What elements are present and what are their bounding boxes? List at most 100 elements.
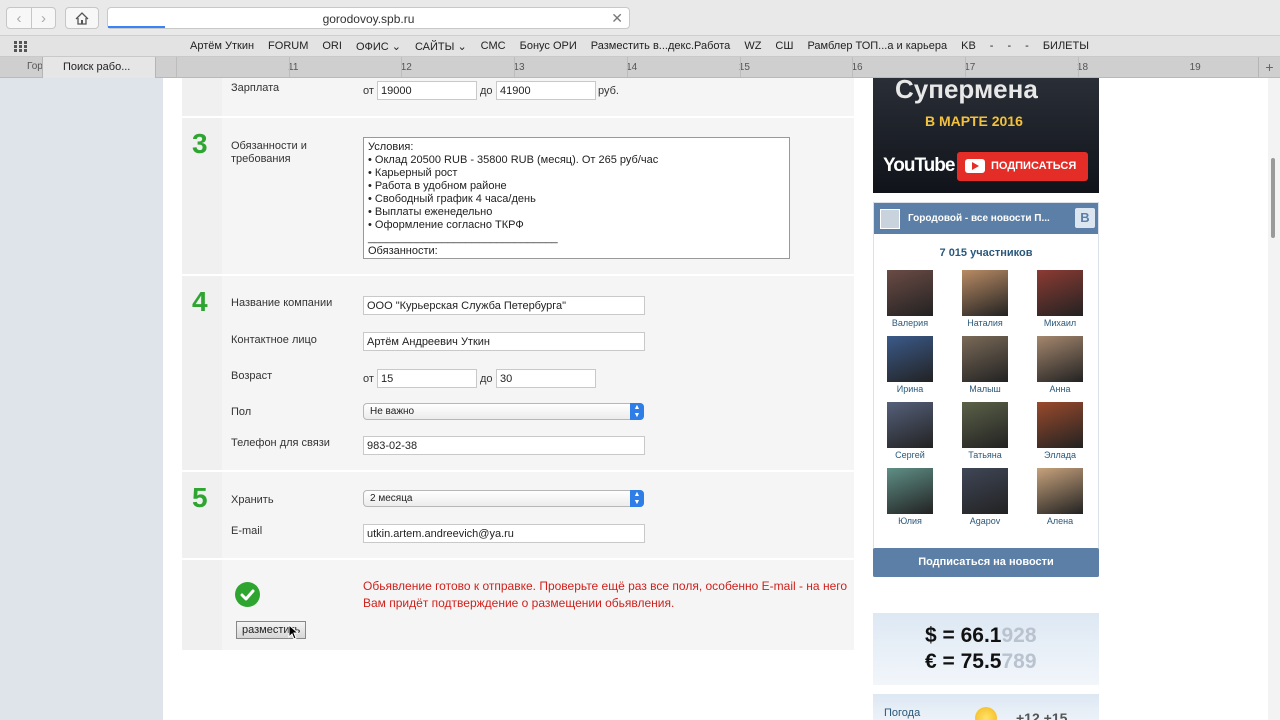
vk-header[interactable]: Городовой - все новости П... В	[874, 203, 1098, 234]
tab-bar: Горо Поиск рабо... 111213141516171819 +	[0, 57, 1280, 78]
weather-widget: Погода +12 +15	[873, 694, 1099, 720]
duties-line: Условия:	[368, 141, 414, 153]
tab-active[interactable]: Поиск рабо...	[42, 57, 156, 78]
bookmark-item[interactable]: WZ	[744, 40, 761, 53]
bookmark-item[interactable]: БИЛЕТЫ	[1043, 40, 1089, 53]
vk-member[interactable]: Ирина	[880, 336, 940, 394]
bookmark-item[interactable]: Артём Уткин	[190, 40, 254, 53]
page-load-progress	[108, 26, 166, 28]
web-page: Зарплата от 19000 до 41900 руб. 3 Обязан…	[163, 78, 1268, 720]
age-from-input[interactable]: 15	[377, 369, 477, 388]
vk-member-grid: Валерия Наталия Михаил Ирина Малыш Анна Сергей…	[880, 270, 1092, 526]
vk-member[interactable]: Эллада	[1030, 402, 1090, 460]
address-bar[interactable]: gorodovoy.spb.ru ✕	[107, 7, 630, 29]
browser-toolbar: ‹ › gorodovoy.spb.ru ✕	[0, 0, 1280, 36]
bookmark-item[interactable]: Разместить в...декс.Работа	[591, 40, 731, 53]
section-number-4: 4	[192, 286, 208, 317]
member-avatar	[962, 336, 1008, 382]
bookmark-item[interactable]: -	[990, 40, 994, 53]
youtube-logo: YouTube	[883, 155, 955, 176]
bookmark-item[interactable]: -	[1025, 40, 1029, 53]
bookmark-item[interactable]: САЙТЫ ⌄	[415, 40, 467, 53]
contact-label: Контактное лицо	[231, 334, 317, 346]
vk-logo-icon: В	[1075, 208, 1095, 228]
subscribe-news-button[interactable]: Подписаться на новости	[873, 548, 1099, 577]
member-avatar	[887, 468, 933, 514]
select-arrows-icon: ▲ ▼	[630, 403, 644, 420]
gender-select[interactable]: Не важно ▲ ▼	[363, 403, 644, 420]
weather-label: Погода	[884, 707, 921, 719]
store-value: 2 месяца	[370, 493, 413, 504]
play-icon	[965, 159, 985, 173]
age-to-input[interactable]: 30	[496, 369, 596, 388]
vk-member[interactable]: Сергей	[880, 402, 940, 460]
tab-divider	[1077, 57, 1079, 77]
url-text: gorodovoy.spb.ru	[322, 12, 415, 26]
tab-divider	[626, 57, 628, 77]
member-name: Татьяна	[968, 450, 1002, 460]
forward-icon[interactable]: ›	[30, 8, 55, 28]
vk-member[interactable]: Малыш	[955, 336, 1015, 394]
sun-icon	[975, 707, 997, 720]
salary-from-input[interactable]: 19000	[377, 81, 477, 100]
bookmark-item[interactable]: ОФИС ⌄	[356, 40, 401, 53]
gender-value: Не важно	[370, 406, 415, 417]
ready-notice: Обьявление готово к отправке. Проверьте …	[363, 579, 848, 610]
company-input[interactable]: ООО "Курьерская Служба Петербурга"	[363, 296, 645, 315]
member-avatar	[962, 270, 1008, 316]
member-name: Михаил	[1043, 318, 1077, 328]
email-label: E-mail	[231, 525, 263, 537]
salary-to-input[interactable]: 41900	[496, 81, 596, 100]
vk-member[interactable]: Наталия	[955, 270, 1015, 328]
scrollbar-thumb[interactable]	[1271, 158, 1275, 238]
section-5: 5 Хранить 2 месяца ▲ ▼ E-mail utkin.artem…	[182, 472, 854, 560]
bookmark-item[interactable]: FORUM	[268, 40, 308, 53]
member-name: Эллада	[1044, 450, 1076, 460]
vk-member[interactable]: Юлия	[880, 468, 940, 526]
vk-member[interactable]: Agapov	[955, 468, 1015, 526]
bookmark-item[interactable]: KB	[961, 40, 976, 53]
duties-line: • Свободный график 4 часа/день	[368, 193, 536, 205]
bookmark-item[interactable]: Рамблер ТОП...а и карьера	[807, 40, 947, 53]
vk-member[interactable]: Алена	[1030, 468, 1090, 526]
store-select[interactable]: 2 месяца ▲ ▼	[363, 490, 644, 507]
home-icon[interactable]	[65, 7, 99, 29]
vk-member-count[interactable]: 7 015 участников	[874, 247, 1098, 259]
select-arrows-icon: ▲ ▼	[630, 490, 644, 507]
phone-input[interactable]: 983-02-38	[363, 436, 645, 455]
vk-member[interactable]: Валерия	[880, 270, 940, 328]
bookmark-item[interactable]: Бонус ОРИ	[520, 40, 577, 53]
duties-line: Обязанности:	[368, 245, 438, 257]
vk-member[interactable]: Анна	[1030, 336, 1090, 394]
tab-stub[interactable]: Горо	[0, 57, 42, 77]
tab-label[interactable]: 19	[1190, 62, 1201, 73]
bookmark-item[interactable]: СШ	[775, 40, 793, 53]
member-name: Agapov	[969, 516, 1001, 526]
member-name: Малыш	[969, 384, 1001, 394]
bookmark-item[interactable]: -	[1007, 40, 1011, 53]
vk-member[interactable]: Татьяна	[955, 402, 1015, 460]
contact-input[interactable]: Артём Андреевич Уткин	[363, 332, 645, 351]
bookmarks-bar: Артём Уткин FORUM ORI ОФИС ⌄ САЙТЫ ⌄ СМС Бонус…	[0, 36, 1280, 57]
phone-label: Телефон для связи	[231, 437, 330, 449]
tab-divider	[739, 57, 741, 77]
vk-member[interactable]: Михаил	[1030, 270, 1090, 328]
youtube-subscribe-button[interactable]: ПОДПИСАТЬСЯ	[957, 152, 1088, 181]
mouse-cursor-icon	[288, 624, 299, 640]
duties-line: • Оклад 20500 RUB - 35800 RUB (месяц). О…	[368, 154, 659, 166]
duties-textarea[interactable]: Условия: • Оклад 20500 RUB - 35800 RUB (м…	[363, 137, 790, 259]
member-name: Анна	[1049, 384, 1071, 394]
bookmark-item[interactable]: СМС	[481, 40, 506, 53]
email-input[interactable]: utkin.artem.andreevich@ya.ru	[363, 524, 645, 543]
member-name: Наталия	[967, 318, 1003, 328]
new-tab-button[interactable]: +	[1258, 57, 1280, 77]
member-name: Валерия	[891, 318, 929, 328]
back-icon[interactable]: ‹	[7, 8, 31, 28]
youtube-banner[interactable]: Супермена В МАРТЕ 2016 YouTube ПОДПИСАТЬ…	[873, 78, 1099, 193]
duties-label: Обязанности и требования	[231, 140, 307, 165]
bookmark-item[interactable]: ORI	[322, 40, 342, 53]
vk-group-name: Городовой - все новости П...	[908, 213, 1050, 224]
member-name: Юлия	[898, 516, 922, 526]
stop-loading-icon[interactable]: ✕	[611, 10, 623, 27]
apps-grid-icon[interactable]	[14, 41, 28, 52]
